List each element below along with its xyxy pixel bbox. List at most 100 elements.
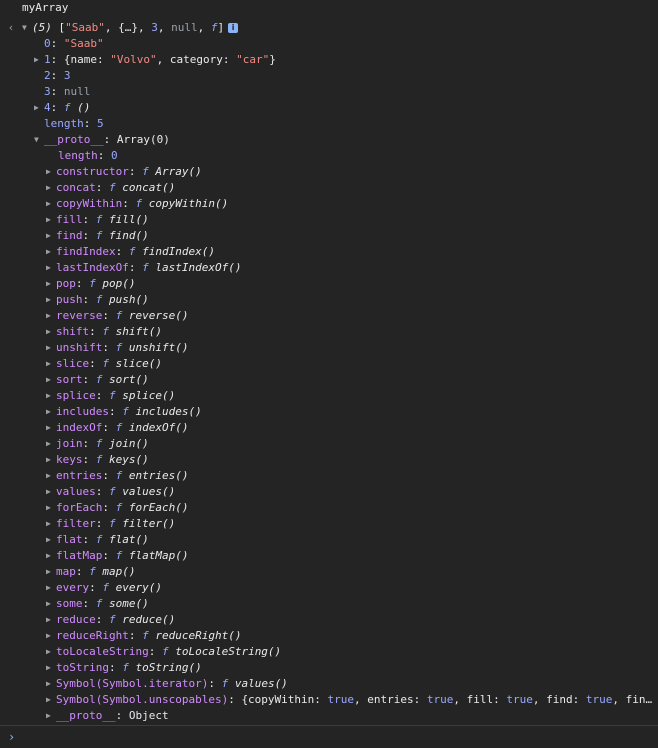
proto-method-row[interactable]: ▶ map: f map() bbox=[46, 564, 136, 580]
proto-row[interactable]: ▼ __proto__: Array(0) bbox=[34, 132, 170, 148]
array-count: (5) bbox=[32, 21, 59, 34]
proto-method-row[interactable]: ▶ reverse: f reverse() bbox=[46, 308, 188, 324]
proto-method-row[interactable]: ▶ forEach: f forEach() bbox=[46, 500, 188, 516]
expand-triangle-icon[interactable]: ▶ bbox=[46, 244, 56, 260]
proto-method-row[interactable]: ▶ every: f every() bbox=[46, 580, 162, 596]
proto-method-row[interactable]: ▶ Symbol(Symbol.iterator): f values() bbox=[46, 676, 288, 692]
expand-triangle-icon[interactable]: ▶ bbox=[46, 436, 56, 452]
array-entry[interactable]: ▶ 1: {name: "Volvo", category: "car"} bbox=[34, 52, 276, 68]
proto-method-row[interactable]: ▶ find: f find() bbox=[46, 228, 149, 244]
expand-triangle-icon[interactable]: ▶ bbox=[46, 708, 56, 724]
colon: : bbox=[83, 117, 97, 130]
expand-triangle-icon[interactable]: ▶ bbox=[46, 388, 56, 404]
method-name: values() bbox=[122, 485, 176, 498]
expand-triangle-icon[interactable]: ▶ bbox=[46, 164, 56, 180]
proto-method-row[interactable]: ▶ pop: f pop() bbox=[46, 276, 136, 292]
expand-triangle-icon[interactable]: ▶ bbox=[46, 180, 56, 196]
expand-triangle-icon[interactable]: ▶ bbox=[34, 52, 44, 68]
result-arrow-icon: ‹ bbox=[7, 21, 15, 34]
proto-method-row[interactable]: ▶ sort: f sort() bbox=[46, 372, 149, 388]
command-echo: myArray bbox=[22, 0, 68, 16]
proto-unscopables-row[interactable]: ▶ Symbol(Symbol.unscopables): {copyWithin… bbox=[46, 692, 652, 708]
proto-method-row[interactable]: ▶ unshift: f unshift() bbox=[46, 340, 188, 356]
expand-triangle-icon[interactable]: ▶ bbox=[34, 100, 44, 116]
expand-triangle-icon[interactable]: ▶ bbox=[46, 644, 56, 660]
expand-triangle-icon[interactable]: ▶ bbox=[46, 468, 56, 484]
function-glyph: f bbox=[221, 677, 235, 690]
proto-method-row[interactable]: ▶ reduceRight: f reduceRight() bbox=[46, 628, 241, 644]
proto-method-row[interactable]: ▶ lastIndexOf: f lastIndexOf() bbox=[46, 260, 241, 276]
proto-method-row[interactable]: ▶ indexOf: f indexOf() bbox=[46, 420, 188, 436]
proto-value: Array(0) bbox=[116, 133, 170, 146]
expand-triangle-icon[interactable]: ▶ bbox=[46, 612, 56, 628]
colon: : bbox=[89, 357, 103, 370]
proto-method-row[interactable]: ▶ copyWithin: f copyWithin() bbox=[46, 196, 228, 212]
expand-triangle-icon[interactable]: ▶ bbox=[46, 260, 56, 276]
expand-triangle-icon[interactable]: ▶ bbox=[46, 372, 56, 388]
info-icon[interactable]: i bbox=[228, 23, 239, 33]
console-prompt[interactable]: › bbox=[0, 728, 658, 748]
proto-method-row[interactable]: ▶ push: f push() bbox=[46, 292, 149, 308]
expand-triangle-icon[interactable]: ▶ bbox=[46, 596, 56, 612]
expand-triangle-icon[interactable]: ▶ bbox=[46, 484, 56, 500]
unscopables-part: , fin… bbox=[612, 693, 653, 706]
expand-triangle-icon[interactable]: ▶ bbox=[46, 500, 56, 516]
proto-method-row[interactable]: ▶ findIndex: f findIndex() bbox=[46, 244, 215, 260]
expand-triangle-icon[interactable]: ▶ bbox=[46, 276, 56, 292]
expand-triangle-icon[interactable]: ▶ bbox=[46, 580, 56, 596]
colon: : bbox=[115, 709, 129, 722]
entry-value: "Saab" bbox=[63, 37, 104, 50]
method-key: sort bbox=[56, 373, 83, 386]
proto-method-row[interactable]: ▶ flat: f flat() bbox=[46, 532, 149, 548]
expand-triangle-icon[interactable]: ▶ bbox=[46, 676, 56, 692]
expand-triangle-icon[interactable]: ▶ bbox=[46, 228, 56, 244]
proto-method-row[interactable]: ▶ includes: f includes() bbox=[46, 404, 202, 420]
expand-triangle-icon[interactable]: ▶ bbox=[46, 196, 56, 212]
colon: : bbox=[75, 277, 90, 290]
expand-triangle-icon[interactable]: ▶ bbox=[46, 628, 56, 644]
proto-method-row[interactable]: ▶ some: f some() bbox=[46, 596, 149, 612]
unscopables-part: true bbox=[426, 693, 454, 706]
proto-method-row[interactable]: ▶ splice: f splice() bbox=[46, 388, 175, 404]
function-glyph: f bbox=[102, 357, 116, 370]
expand-triangle-icon[interactable]: ▶ bbox=[46, 420, 56, 436]
expand-triangle-icon[interactable]: ▶ bbox=[46, 564, 56, 580]
method-key: findIndex bbox=[56, 245, 116, 258]
proto-method-row[interactable]: ▶ flatMap: f flatMap() bbox=[46, 548, 188, 564]
proto-method-row[interactable]: ▶ shift: f shift() bbox=[46, 324, 162, 340]
expand-triangle-icon[interactable]: ▶ bbox=[46, 452, 56, 468]
proto-method-row[interactable]: ▶ toString: f toString() bbox=[46, 660, 202, 676]
proto-method-row[interactable]: ▶ reduce: f reduce() bbox=[46, 612, 175, 628]
expand-triangle-icon[interactable]: ▶ bbox=[46, 212, 56, 228]
method-name: find() bbox=[109, 229, 149, 242]
collapse-triangle-icon[interactable]: ▼ bbox=[22, 20, 32, 36]
expand-triangle-icon[interactable]: ▶ bbox=[46, 292, 56, 308]
proto-method-row[interactable]: ▶ keys: f keys() bbox=[46, 452, 149, 468]
proto-method-row[interactable]: ▶ slice: f slice() bbox=[46, 356, 162, 372]
unscopables-part: true bbox=[506, 693, 533, 706]
array-summary[interactable]: ▼ (5) ["Saab", {…}, 3, null, f] i bbox=[22, 20, 239, 36]
expand-triangle-icon[interactable]: ▶ bbox=[46, 324, 56, 340]
expand-triangle-icon[interactable]: ▶ bbox=[46, 548, 56, 564]
expand-triangle-icon[interactable]: ▶ bbox=[46, 660, 56, 676]
method-key: every bbox=[56, 581, 90, 594]
proto-method-row[interactable]: ▶ fill: f fill() bbox=[46, 212, 149, 228]
expand-triangle-icon[interactable]: ▶ bbox=[46, 516, 56, 532]
expand-triangle-icon[interactable]: ▶ bbox=[46, 692, 56, 708]
proto-method-row[interactable]: ▶ filter: f filter() bbox=[46, 516, 175, 532]
proto-method-row[interactable]: ▶ concat: f concat() bbox=[46, 180, 175, 196]
entry-key: 3 bbox=[44, 85, 51, 98]
proto-method-row[interactable]: ▶ toLocaleString: f toLocaleString() bbox=[46, 644, 281, 660]
expand-triangle-icon[interactable]: ▶ bbox=[46, 532, 56, 548]
expand-triangle-icon[interactable]: ▶ bbox=[46, 404, 56, 420]
proto-method-row[interactable]: ▶ join: f join() bbox=[46, 436, 149, 452]
proto-method-row[interactable]: ▶ constructor: f Array() bbox=[46, 164, 202, 180]
inner-proto-row[interactable]: ▶ __proto__: Object bbox=[46, 708, 169, 724]
proto-method-row[interactable]: ▶ values: f values() bbox=[46, 484, 175, 500]
expand-triangle-icon[interactable]: ▶ bbox=[46, 356, 56, 372]
collapse-triangle-icon[interactable]: ▼ bbox=[34, 132, 44, 148]
array-entry[interactable]: ▶ 4: f () bbox=[34, 100, 90, 116]
expand-triangle-icon[interactable]: ▶ bbox=[46, 308, 56, 324]
proto-method-row[interactable]: ▶ entries: f entries() bbox=[46, 468, 188, 484]
expand-triangle-icon[interactable]: ▶ bbox=[46, 340, 56, 356]
